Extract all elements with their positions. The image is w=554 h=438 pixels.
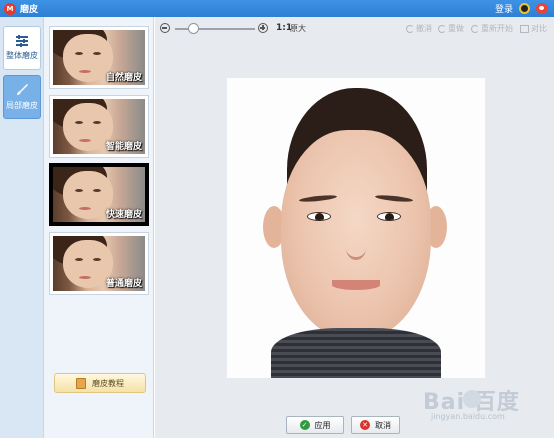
zoom-in-icon[interactable] bbox=[258, 23, 268, 33]
portrait-face bbox=[281, 130, 431, 340]
restart-button[interactable]: 重新开始 bbox=[471, 23, 513, 34]
mode-sidebar: 整体磨皮 局部磨皮 bbox=[0, 17, 44, 438]
style-panel: 自然磨皮 智能磨皮 快速磨皮 普通磨皮 磨皮教程 bbox=[44, 17, 154, 438]
tutorial-label: 磨皮教程 bbox=[92, 378, 124, 388]
watermark-url: jingyan.baidu.com bbox=[431, 412, 505, 421]
redo-button[interactable]: 重做 bbox=[438, 23, 464, 34]
compare-icon bbox=[520, 24, 529, 33]
main-area: 1:1 原大 撤消 重做 重新开始 对比 ✓ 应用 ✕ 取消 bbox=[155, 17, 554, 438]
restart-label: 重新开始 bbox=[481, 24, 513, 33]
style-normal[interactable]: 普通磨皮 bbox=[49, 232, 149, 295]
portrait-mouth bbox=[332, 280, 380, 290]
apply-label: 应用 bbox=[314, 420, 331, 430]
redo-label: 重做 bbox=[448, 24, 464, 33]
original-size-label[interactable]: 原大 bbox=[290, 23, 306, 34]
portrait-sweater bbox=[271, 328, 441, 378]
portrait-nose bbox=[346, 236, 366, 260]
brush-icon bbox=[17, 84, 28, 95]
login-link[interactable]: 登录 bbox=[495, 2, 513, 15]
check-icon: ✓ bbox=[299, 420, 310, 430]
cancel-button[interactable]: ✕ 取消 bbox=[351, 416, 400, 434]
undo-icon bbox=[406, 24, 414, 33]
cancel-label: 取消 bbox=[375, 420, 391, 430]
compare-label: 对比 bbox=[531, 24, 547, 33]
baidu-paw-icon bbox=[463, 390, 481, 408]
tutorial-button[interactable]: 磨皮教程 bbox=[54, 373, 146, 393]
tab-label: 局部磨皮 bbox=[6, 101, 38, 110]
photo-canvas[interactable] bbox=[227, 78, 485, 378]
toolbar: 1:1 原大 撤消 重做 重新开始 对比 bbox=[155, 17, 554, 41]
redo-icon bbox=[438, 24, 446, 33]
title-bar-actions: 登录 bbox=[495, 2, 548, 15]
close-icon: ✕ bbox=[360, 420, 370, 430]
style-natural[interactable]: 自然磨皮 bbox=[49, 26, 149, 89]
zoom-out-icon[interactable] bbox=[160, 23, 170, 33]
style-label: 快速磨皮 bbox=[105, 210, 142, 220]
sliders-icon bbox=[16, 35, 28, 47]
compare-button[interactable]: 对比 bbox=[520, 23, 547, 34]
zoom-slider-handle[interactable] bbox=[188, 23, 199, 34]
portrait-eye bbox=[307, 212, 331, 221]
app-logo-icon: M bbox=[4, 2, 16, 15]
style-thumbnail: 智能磨皮 bbox=[53, 99, 145, 154]
style-thumbnail: 普通磨皮 bbox=[53, 236, 145, 291]
restart-icon bbox=[471, 24, 479, 33]
apply-button[interactable]: ✓ 应用 bbox=[286, 416, 344, 434]
book-icon bbox=[76, 377, 86, 389]
style-label: 普通磨皮 bbox=[105, 279, 142, 289]
style-thumbnail: 自然磨皮 bbox=[53, 30, 145, 85]
baidu-watermark: Bai 百度 jingyan.baidu.com bbox=[423, 382, 551, 432]
style-thumbnail: 快速磨皮 bbox=[53, 167, 145, 222]
window-title: 磨皮 bbox=[20, 5, 39, 15]
zoom-slider[interactable] bbox=[175, 28, 255, 30]
title-bar: M 磨皮 登录 bbox=[0, 0, 554, 17]
undo-label: 撤消 bbox=[416, 24, 432, 33]
style-quick[interactable]: 快速磨皮 bbox=[49, 163, 149, 226]
tab-local-smoothing[interactable]: 局部磨皮 bbox=[3, 75, 41, 119]
portrait-eye bbox=[377, 212, 401, 221]
weibo-icon[interactable] bbox=[536, 3, 548, 14]
tab-label: 整体磨皮 bbox=[6, 51, 38, 60]
style-label: 智能磨皮 bbox=[105, 142, 142, 152]
undo-button[interactable]: 撤消 bbox=[406, 23, 432, 34]
style-label: 自然磨皮 bbox=[105, 73, 142, 83]
tab-overall-smoothing[interactable]: 整体磨皮 bbox=[3, 26, 41, 70]
user-avatar-icon[interactable] bbox=[519, 3, 530, 14]
style-smart[interactable]: 智能磨皮 bbox=[49, 95, 149, 158]
